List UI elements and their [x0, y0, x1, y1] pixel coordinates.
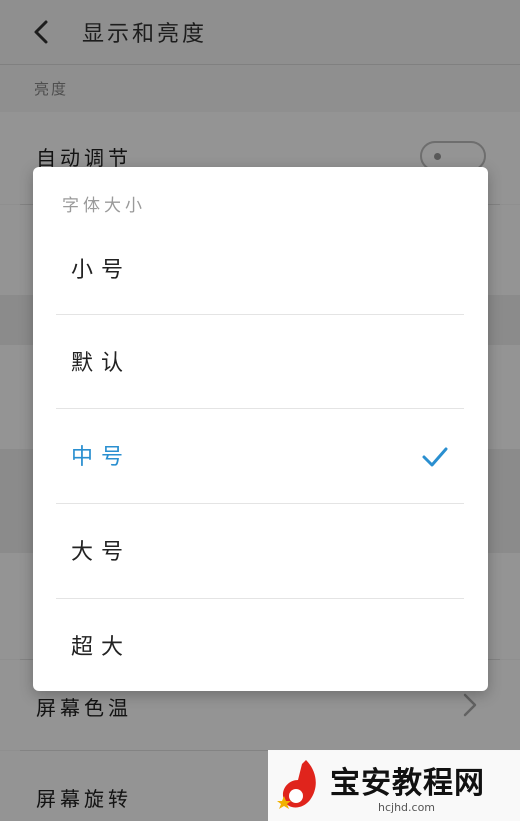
- watermark-url: hcjhd.com: [378, 801, 436, 814]
- watermark: 宝安教程网 hcjhd.com: [268, 750, 520, 821]
- option-label-selected: 中号: [71, 445, 132, 470]
- option-default[interactable]: 默认: [33, 315, 488, 409]
- option-label: 小号: [71, 258, 132, 283]
- font-size-dialog: 字体大小 小号 默认 中号 大号 超大: [33, 167, 488, 691]
- option-large[interactable]: 大号: [33, 504, 488, 598]
- option-label: 默认: [71, 351, 132, 376]
- option-small[interactable]: 小号: [33, 222, 488, 316]
- option-label: 大号: [71, 540, 132, 565]
- option-label: 超大: [71, 635, 132, 660]
- option-extra-large[interactable]: 超大: [33, 599, 488, 693]
- watermark-title: 宝安教程网: [330, 766, 485, 801]
- watermark-logo-icon: [277, 760, 316, 809]
- checkmark-icon: [422, 447, 448, 467]
- dialog-title: 字体大小: [62, 196, 146, 216]
- option-medium[interactable]: 中号: [33, 409, 488, 503]
